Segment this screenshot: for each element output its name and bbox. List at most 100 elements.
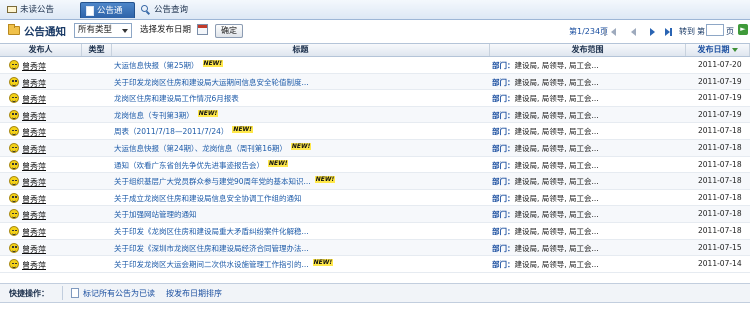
publisher-link[interactable]: 曾秀萍 <box>22 244 46 255</box>
scope-value: 建设局, 局领导, 局工会... <box>514 193 599 203</box>
publisher-link[interactable]: 曾秀萍 <box>22 194 46 205</box>
scope-value: 建设局, 局领导, 局工会... <box>514 77 599 87</box>
goto-label: 转到 <box>679 27 695 36</box>
notice-title-text: 大运信息快报（第25期） <box>114 61 199 70</box>
scope-cell: 部门：建设局, 局领导, 局工会... <box>492 193 599 204</box>
scope-cell: 部门：建设局, 局领导, 局工会... <box>492 110 599 121</box>
notice-title-text: 大运信息快报（第24期）、龙岗信息（周刊第16期） <box>114 144 287 153</box>
next-page-icon[interactable] <box>650 28 655 36</box>
table-row[interactable]: 曾秀萍 关于加强网站管理的通知 部门：建设局, 局领导, 局工会... 2011-07… <box>0 206 750 223</box>
scope-label: 部门： <box>492 243 515 253</box>
date-cell: 2011-07-19 <box>698 76 742 86</box>
type-select[interactable]: 所有类型 <box>74 23 132 38</box>
first-page-icon[interactable] <box>604 28 616 36</box>
go-button[interactable]: ► <box>738 24 748 35</box>
date-cell: 2011-07-18 <box>698 143 742 152</box>
table-row[interactable]: 曾秀萍 通知（欢看广东省创先争优先进事迹报告会） NEW! 部门：建设局, 局领导, … <box>0 157 750 174</box>
table-row[interactable]: 曾秀萍 大运信息快报（第25期） NEW! 部门：建设局, 局领导, 局工会... 20… <box>0 57 750 74</box>
publisher-link[interactable]: 曾秀萍 <box>22 260 46 271</box>
page-suffix: 页 <box>726 27 734 36</box>
tab-notices[interactable]: 公告通知 <box>80 2 135 32</box>
publisher-link[interactable]: 曾秀萍 <box>22 227 46 238</box>
new-badge: NEW! <box>202 60 224 67</box>
prev-page-icon[interactable] <box>631 28 636 36</box>
publisher-link[interactable]: 曾秀萍 <box>22 61 46 72</box>
mark-all-read-link[interactable]: 标记所有公告为已读 <box>83 288 155 299</box>
search-icon <box>141 4 151 15</box>
divider <box>62 286 63 300</box>
scope-cell: 部门：建设局, 局领导, 局工会... <box>492 209 599 220</box>
notice-title-link[interactable]: 关于印发《龙岗区住房和建设局重大矛盾纠纷案件化解稳... <box>114 226 309 237</box>
date-cell: 2011-07-18 <box>698 126 742 136</box>
smiley-icon <box>9 176 19 187</box>
date-cell: 2011-07-15 <box>698 242 742 252</box>
page-info: 第1/234页 <box>569 27 609 36</box>
smiley-icon <box>9 192 19 203</box>
table-row[interactable]: 曾秀萍 关于印发《深圳市龙岗区住房和建设局经济合同管理办法... 部门：建设局, 局… <box>0 239 750 257</box>
notice-title-link[interactable]: 关于加强网站管理的通知 <box>114 209 197 220</box>
notice-title-link[interactable]: 关于印发《深圳市龙岗区住房和建设局经济合同管理办法... <box>114 243 309 254</box>
col-date-label: 发布日期 <box>697 45 730 54</box>
scope-label: 部门： <box>492 127 515 137</box>
notice-title-link[interactable]: 通知（欢看广东省创先争优先进事迹报告会） NEW! <box>114 159 289 171</box>
scope-cell: 部门：建设局, 局领导, 局工会... <box>492 126 599 137</box>
date-cell: 2011-07-19 <box>698 93 742 103</box>
scope-label: 部门： <box>492 227 515 236</box>
tab-query[interactable]: 公告查询 <box>136 2 214 18</box>
publisher-link[interactable]: 曾秀萍 <box>22 161 46 172</box>
scope-label: 部门： <box>492 177 515 187</box>
col-publisher[interactable]: 发布人 <box>0 44 82 56</box>
scope-cell: 部门：建设局, 局领导, 局工会... <box>492 93 599 104</box>
scope-label: 部门： <box>492 193 515 203</box>
notice-title-link[interactable]: 龙岗信息（专刊第3期） NEW! <box>114 109 219 121</box>
col-type[interactable]: 类型 <box>82 44 112 56</box>
notice-title-link[interactable]: 关于印发龙岗区大运会期间二次供水设施管理工作指引的... NEW! <box>114 259 334 270</box>
smiley-icon <box>9 76 19 87</box>
table-row[interactable]: 曾秀萍 周表（2011/7/18—2011/7/24） NEW! 部门：建设局, 局领… <box>0 123 750 140</box>
table-row[interactable]: 曾秀萍 龙岗区住房和建设局工作情况6月报表 部门：建设局, 局领导, 局工会... 2… <box>0 90 750 107</box>
calendar-icon[interactable] <box>197 24 208 35</box>
smiley-icon <box>9 143 19 153</box>
table-row[interactable]: 曾秀萍 关于成立龙岗区住房和建设局信息安全协调工作组的通知 部门：建设局, 局领导,… <box>0 190 750 207</box>
col-date[interactable]: 发布日期 <box>686 44 750 56</box>
table-row[interactable]: 曾秀萍 关于印发龙岗区住房和建设局大运期间信息安全轮值制度... 部门：建设局, 局… <box>0 73 750 91</box>
notice-title-link[interactable]: 周表（2011/7/18—2011/7/24） NEW! <box>114 126 253 137</box>
notice-title-link[interactable]: 大运信息快报（第24期）、龙岗信息（周刊第16期） NEW! <box>114 143 312 154</box>
table-row[interactable]: 曾秀萍 关于印发《龙岗区住房和建设局重大矛盾纠纷案件化解稳... 部门：建设局, 局… <box>0 223 750 240</box>
confirm-button[interactable]: 确定 <box>215 24 243 38</box>
last-page-icon[interactable] <box>665 28 672 36</box>
notice-title-link[interactable]: 关于成立龙岗区住房和建设局信息安全协调工作组的通知 <box>114 193 302 204</box>
notice-title-link[interactable]: 大运信息快报（第25期） NEW! <box>114 60 224 71</box>
col-title[interactable]: 标题 <box>112 44 490 56</box>
table-row[interactable]: 曾秀萍 关于印发龙岗区大运会期间二次供水设施管理工作指引的... NEW! 部门：建设… <box>0 256 750 273</box>
page-number-input[interactable] <box>706 24 724 36</box>
publisher-link[interactable]: 曾秀萍 <box>22 177 46 188</box>
notice-title-link[interactable]: 龙岗区住房和建设局工作情况6月报表 <box>114 93 239 104</box>
col-scope[interactable]: 发布范围 <box>490 44 686 56</box>
scope-label: 部门： <box>492 94 515 104</box>
scope-value: 建设局, 局领导, 局工会... <box>514 177 599 187</box>
page-title: 公告通知 <box>24 26 66 38</box>
tab-label: 未读公告 <box>20 5 55 15</box>
notice-title-link[interactable]: 关于组织基层广大党员群众参与建党90周年党的基本知识... NEW! <box>114 176 336 187</box>
document-icon <box>71 288 79 298</box>
notice-title-text: 关于加强网站管理的通知 <box>114 210 197 220</box>
table-row[interactable]: 曾秀萍 大运信息快报（第24期）、龙岗信息（周刊第16期） NEW! 部门：建设局, … <box>0 140 750 157</box>
notice-title-text: 周表（2011/7/18—2011/7/24） <box>114 127 229 137</box>
sort-by-date-link[interactable]: 按发布日期排序 <box>166 288 222 299</box>
publisher-link[interactable]: 曾秀萍 <box>22 78 46 89</box>
notice-title-text: 通知（欢看广东省创先争优先进事迹报告会） <box>114 160 264 170</box>
publisher-link[interactable]: 曾秀萍 <box>22 144 46 155</box>
publisher-link[interactable]: 曾秀萍 <box>22 94 46 105</box>
table-row[interactable]: 曾秀萍 关于组织基层广大党员群众参与建党90周年党的基本知识... NEW! 部门：建… <box>0 173 750 190</box>
tab-unread[interactable]: 未读公告 <box>2 2 79 18</box>
notice-title-text: 关于印发龙岗区住房和建设局大运期间信息安全轮值制度... <box>114 77 309 87</box>
notice-title-text: 关于印发龙岗区大运会期间二次供水设施管理工作指引的... <box>114 260 309 270</box>
publisher-link[interactable]: 曾秀萍 <box>22 210 46 221</box>
toolbar: 公告通知 所有类型 选择发布日期 确定 第1/234页 转到 第 页 ► <box>0 20 750 42</box>
date-cell: 2011-07-18 <box>698 159 742 169</box>
publisher-link[interactable]: 曾秀萍 <box>22 111 46 122</box>
publisher-link[interactable]: 曾秀萍 <box>22 127 46 138</box>
table-row[interactable]: 曾秀萍 龙岗信息（专刊第3期） NEW! 部门：建设局, 局领导, 局工会... 201… <box>0 106 750 124</box>
notice-title-link[interactable]: 关于印发龙岗区住房和建设局大运期间信息安全轮值制度... <box>114 77 309 88</box>
